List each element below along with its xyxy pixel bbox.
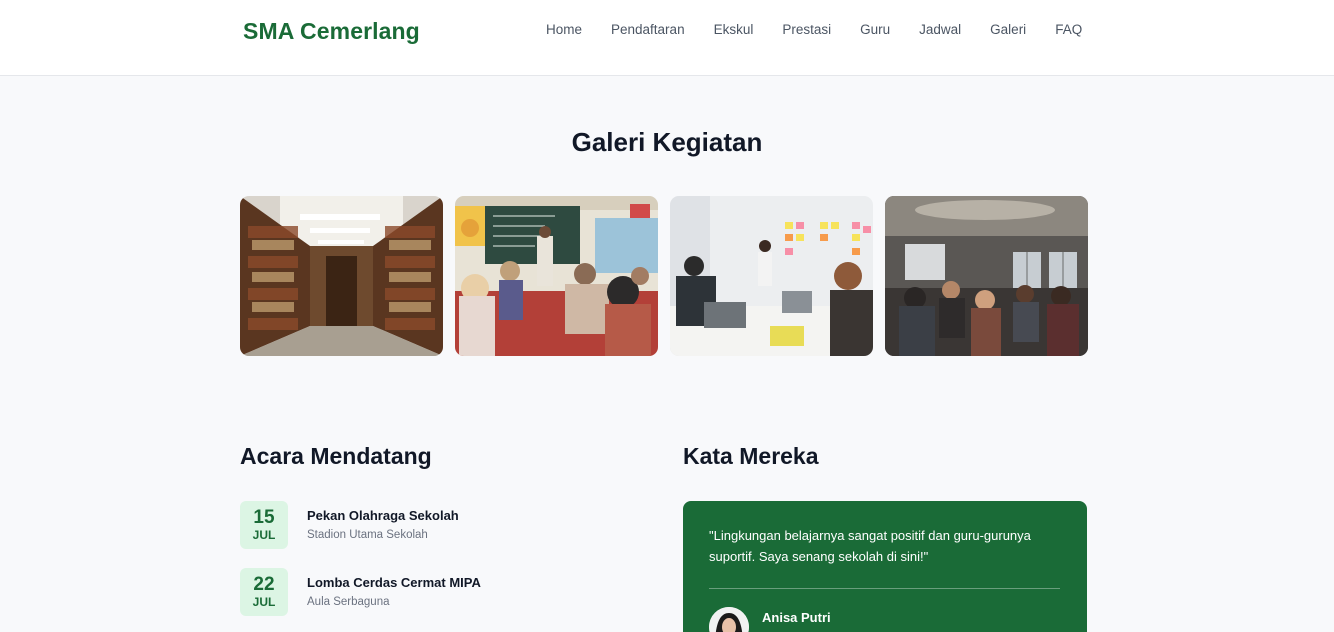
testimonial-author: Anisa Putri <box>762 610 831 625</box>
nav-item-prestasi[interactable]: Prestasi <box>782 22 831 37</box>
gallery-photo-seminar[interactable] <box>885 196 1088 356</box>
event-day: 22 <box>253 574 275 595</box>
nav-item-ekskul[interactable]: Ekskul <box>714 22 754 37</box>
gallery-photo-library[interactable] <box>240 196 443 356</box>
gallery-photo-classroom[interactable] <box>455 196 658 356</box>
event-item[interactable]: 22 JUL Lomba Cerdas Cermat MIPA Aula Ser… <box>240 568 640 616</box>
testimonial-quote: "Lingkungan belajarnya sangat positif da… <box>709 528 1031 564</box>
testimonials-title: Kata Mereka <box>683 443 819 469</box>
event-item[interactable]: 15 JUL Pekan Olahraga Sekolah Stadion Ut… <box>240 501 640 549</box>
nav-item-faq[interactable]: FAQ <box>1055 22 1082 37</box>
date-badge: 22 JUL <box>240 568 288 616</box>
event-title: Lomba Cerdas Cermat MIPA <box>307 575 481 590</box>
date-badge: 15 JUL <box>240 501 288 549</box>
event-title: Pekan Olahraga Sekolah <box>307 508 459 523</box>
event-location: Stadion Utama Sekolah <box>307 529 428 541</box>
brand-logo[interactable]: SMA Cemerlang <box>243 18 420 45</box>
event-month: JUL <box>252 595 276 609</box>
nav-item-guru[interactable]: Guru <box>860 22 890 37</box>
main-nav: Home Pendaftaran Ekskul Prestasi Guru Ja… <box>546 22 1111 37</box>
nav-item-jadwal[interactable]: Jadwal <box>919 22 961 37</box>
nav-item-pendaftaran[interactable]: Pendaftaran <box>611 22 685 37</box>
testimonial-card: "Lingkungan belajarnya sangat positif da… <box>683 501 1087 632</box>
events-title: Acara Mendatang <box>240 443 432 469</box>
event-day: 15 <box>253 507 275 528</box>
event-month: JUL <box>252 528 276 542</box>
gallery-title: Galeri Kegiatan <box>571 127 763 157</box>
event-location: Aula Serbaguna <box>307 596 390 608</box>
nav-item-home[interactable]: Home <box>546 22 582 37</box>
divider <box>709 588 1060 589</box>
nav-item-galeri[interactable]: Galeri <box>990 22 1026 37</box>
navbar: SMA Cemerlang Home Pendaftaran Ekskul Pr… <box>0 0 1334 76</box>
avatar <box>709 607 749 632</box>
gallery-photo-meeting[interactable] <box>670 196 873 356</box>
